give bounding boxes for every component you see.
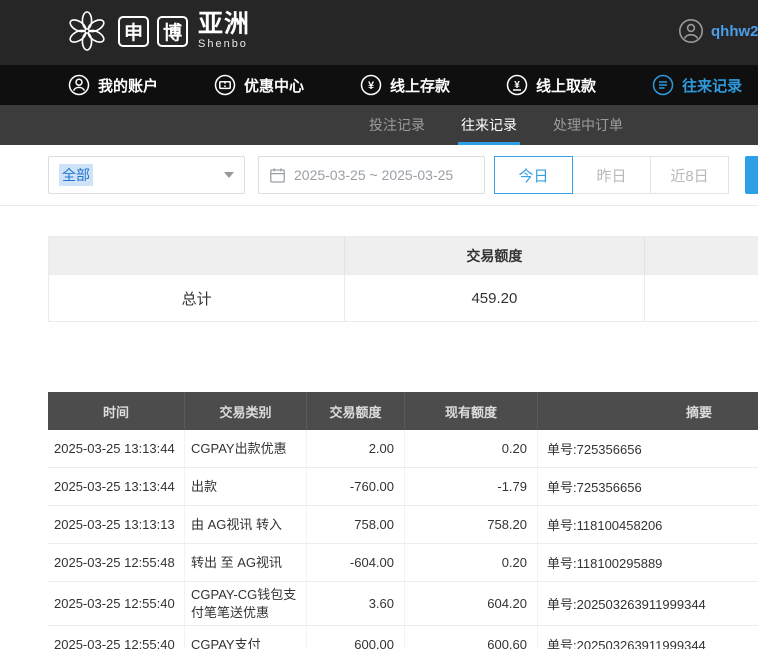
page: 申 博 亚洲 Shenbo qhhw2 我的账户 优惠中心 ¥ 线上存款 ¥ 线… xyxy=(0,0,758,649)
table-row: 2025-03-25 12:55:40 CGPAY支付 600.00 600.6… xyxy=(48,626,758,649)
user-account-link[interactable]: qhhw2 xyxy=(678,18,758,44)
transactions-table: 时间 交易类别 交易额度 现有额度 摘要 2025-03-25 13:13:44… xyxy=(48,392,758,649)
calendar-icon xyxy=(269,167,286,184)
cell-amount: -760.00 xyxy=(307,468,405,505)
section-divider xyxy=(0,205,758,206)
cell-balance: 0.20 xyxy=(405,544,538,581)
nav-item-promotions[interactable]: 优惠中心 xyxy=(214,74,304,96)
nav-item-label: 我的账户 xyxy=(98,77,159,95)
table-row: 2025-03-25 12:55:40 CGPAY-CG钱包支付笔笔送优惠 3.… xyxy=(48,582,758,627)
cell-balance: 0.20 xyxy=(405,430,538,467)
records-icon xyxy=(652,74,674,96)
table-row: 2025-03-25 13:13:13 由 AG视讯 转入 758.00 758… xyxy=(48,506,758,544)
nav-item-withdraw[interactable]: ¥ 线上取款 xyxy=(506,74,596,96)
cell-amount: 758.00 xyxy=(307,506,405,543)
user-avatar-icon xyxy=(678,18,704,44)
search-button[interactable] xyxy=(745,156,758,194)
cell-balance: 604.20 xyxy=(405,582,538,626)
date-range-value: 2025-03-25 ~ 2025-03-25 xyxy=(294,167,454,183)
summary-table: 交易额度 总计 459.20 xyxy=(48,236,758,322)
svg-text:¥: ¥ xyxy=(368,80,375,92)
cell-balance: 600.60 xyxy=(405,626,538,649)
account-icon xyxy=(68,74,90,96)
date-range-input[interactable]: 2025-03-25 ~ 2025-03-25 xyxy=(258,156,485,194)
sub-tab-bar: 投注记录 往来记录 处理中订单 xyxy=(0,105,758,145)
main-nav: 我的账户 优惠中心 ¥ 线上存款 ¥ 线上取款 往来记录 xyxy=(0,65,758,105)
summary-header-empty xyxy=(49,237,346,274)
summary-header-row: 交易额度 xyxy=(49,237,758,274)
filter-bar: 全部 2025-03-25 ~ 2025-03-25 今日 昨日 近8日 xyxy=(48,156,729,194)
cell-memo: 单号:725356656 xyxy=(547,480,642,495)
summary-total-value: 459.20 xyxy=(345,275,645,321)
tab-transaction-records[interactable]: 往来记录 xyxy=(458,105,520,145)
cell-type: 转出 至 AG视讯 xyxy=(185,544,307,581)
cell-memo: 单号:202503263911999344 xyxy=(547,638,706,649)
table-header-row: 时间 交易类别 交易额度 现有额度 摘要 xyxy=(48,392,758,430)
logo-subtitle: Shenbo xyxy=(198,38,248,50)
summary-total-row: 总计 459.20 xyxy=(49,274,758,321)
cell-time: 2025-03-25 12:55:48 xyxy=(48,544,185,581)
cell-memo: 单号:118100295889 xyxy=(547,556,663,571)
tab-pending-orders[interactable]: 处理中订单 xyxy=(550,105,626,145)
cell-amount: 3.60 xyxy=(307,582,405,626)
summary-total-label: 总计 xyxy=(49,275,346,321)
logo-char-bo: 博 xyxy=(157,15,188,47)
col-header-amount: 交易额度 xyxy=(307,392,405,430)
coupon-icon xyxy=(214,74,236,96)
logo-char-shen: 申 xyxy=(118,15,149,47)
cell-time: 2025-03-25 12:55:40 xyxy=(48,582,185,626)
quick-button-yesterday[interactable]: 昨日 xyxy=(572,156,651,194)
type-select[interactable]: 全部 xyxy=(48,156,245,194)
cell-memo: 单号:202503263911999344 xyxy=(547,597,706,613)
quick-button-today[interactable]: 今日 xyxy=(494,156,573,194)
cell-type: CGPAY出款优惠 xyxy=(185,430,307,467)
table-row: 2025-03-25 13:13:44 CGPAY出款优惠 2.00 0.20 … xyxy=(48,430,758,468)
cell-type: 由 AG视讯 转入 xyxy=(185,506,307,543)
cell-time: 2025-03-25 12:55:40 xyxy=(48,626,185,649)
summary-header-empty2 xyxy=(645,237,758,274)
cell-memo: 单号:118100458206 xyxy=(547,518,663,533)
deposit-icon: ¥ xyxy=(360,74,382,96)
nav-item-label: 线上存款 xyxy=(390,77,451,95)
table-row: 2025-03-25 13:13:44 出款 -760.00 -1.79 单号:… xyxy=(48,468,758,506)
nav-item-transactions[interactable]: 往来记录 xyxy=(652,74,742,96)
nav-item-label: 往来记录 xyxy=(682,77,743,95)
cell-time: 2025-03-25 13:13:13 xyxy=(48,506,185,543)
cell-balance: 758.20 xyxy=(405,506,538,543)
quick-button-last8days[interactable]: 近8日 xyxy=(650,156,729,194)
nav-item-deposit[interactable]: ¥ 线上存款 xyxy=(360,74,450,96)
cell-amount: 600.00 xyxy=(307,626,405,649)
nav-item-my-account[interactable]: 我的账户 xyxy=(68,74,158,96)
chevron-down-icon xyxy=(224,172,234,178)
nav-item-label: 优惠中心 xyxy=(244,77,305,95)
username-text: qhhw2 xyxy=(711,22,758,40)
flower-logo-icon xyxy=(64,8,110,54)
col-header-balance: 现有额度 xyxy=(405,392,538,430)
tab-bet-records[interactable]: 投注记录 xyxy=(366,105,428,145)
nav-item-label: 线上取款 xyxy=(536,77,597,95)
cell-balance: -1.79 xyxy=(405,468,538,505)
app-header: 申 博 亚洲 Shenbo qhhw2 xyxy=(0,0,758,65)
col-header-memo: 摘要 xyxy=(685,404,712,420)
cell-time: 2025-03-25 13:13:44 xyxy=(48,430,185,467)
col-header-time: 时间 xyxy=(48,392,185,430)
table-row: 2025-03-25 12:55:48 转出 至 AG视讯 -604.00 0.… xyxy=(48,544,758,582)
cell-type: CGPAY支付 xyxy=(185,626,307,649)
withdraw-icon: ¥ xyxy=(506,74,528,96)
cell-type: CGPAY-CG钱包支付笔笔送优惠 xyxy=(185,582,307,626)
logo-region-text: 亚洲 xyxy=(198,10,251,38)
logo-region: 亚洲 Shenbo xyxy=(198,12,250,50)
summary-header-amount: 交易额度 xyxy=(345,237,645,274)
cell-type: 出款 xyxy=(185,468,307,505)
type-select-value: 全部 xyxy=(59,164,93,186)
cell-amount: -604.00 xyxy=(307,544,405,581)
col-header-type: 交易类别 xyxy=(185,392,307,430)
cell-memo: 单号:725356656 xyxy=(547,442,642,457)
cell-time: 2025-03-25 13:13:44 xyxy=(48,468,185,505)
brand-logo: 申 博 亚洲 Shenbo xyxy=(64,8,250,54)
summary-total-empty xyxy=(645,275,758,321)
cell-amount: 2.00 xyxy=(307,430,405,467)
